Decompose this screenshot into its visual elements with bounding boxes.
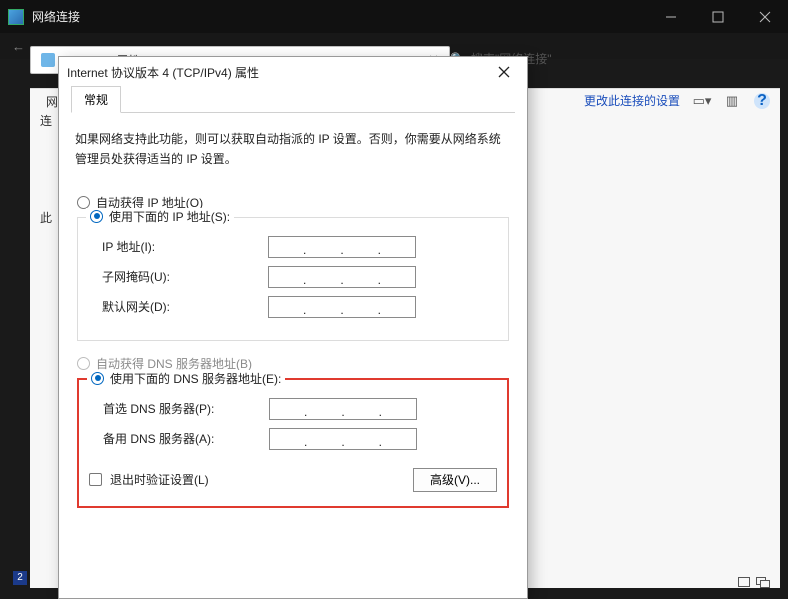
network-icon [8, 9, 24, 25]
network-connections-window: 网络连接 ← Ethernet0 属性 ✕ 🔍搜索"网络连接" 网 更改此连接的… [0, 0, 788, 599]
tab-general[interactable]: 常规 [71, 86, 121, 113]
left-column: 连 此 [40, 112, 52, 306]
label-dns2: 备用 DNS 服务器(A): [89, 430, 269, 447]
alternate-dns-input[interactable]: ... [269, 428, 417, 450]
change-settings-link[interactable]: 更改此连接的设置 [584, 92, 680, 109]
radio-use-ip-label: 使用下面的 IP 地址(S): [109, 208, 230, 225]
radio-use-ip[interactable]: 使用下面的 IP 地址(S): [86, 208, 234, 225]
back-arrow-icon[interactable]: ← [12, 39, 25, 54]
minimize-button[interactable] [647, 0, 694, 33]
default-gateway-input[interactable]: ... [268, 296, 416, 318]
tabstrip: 常规 [71, 89, 515, 113]
dialog-titlebar: Internet 协议版本 4 (TCP/IPv4) 属性 [59, 57, 527, 87]
outer-titlebar: 网络连接 [0, 0, 788, 33]
validate-label: 退出时验证设置(L) [110, 471, 413, 488]
view-icon[interactable]: ▭▾ [694, 93, 710, 109]
label-ip: IP 地址(I): [88, 238, 268, 255]
preferred-dns-input[interactable]: ... [269, 398, 417, 420]
outer-title: 网络连接 [32, 8, 80, 25]
help-icon[interactable]: ? [754, 93, 770, 109]
adapter-icon [41, 53, 55, 67]
dialog-close-button[interactable] [489, 60, 519, 84]
radio-icon [91, 372, 104, 385]
outer-close-button[interactable] [741, 0, 788, 33]
description-text: 如果网络支持此功能，则可以获取自动指派的 IP 设置。否则，你需要从网络系统管理… [75, 129, 511, 170]
radio-use-dns[interactable]: 使用下面的 DNS 服务器地址(E): [87, 370, 285, 387]
label-dns1: 首选 DNS 服务器(P): [89, 400, 269, 417]
ipv4-properties-dialog: Internet 协议版本 4 (TCP/IPv4) 属性 常规 如果网络支持此… [58, 56, 528, 599]
taskbar-badge: 2 [13, 571, 27, 585]
radio-use-dns-label: 使用下面的 DNS 服务器地址(E): [110, 370, 281, 387]
ip-group: 使用下面的 IP 地址(S): IP 地址(I): ... 子网掩码(U): .… [77, 217, 509, 341]
radio-icon [77, 357, 90, 370]
advanced-button[interactable]: 高级(V)... [413, 468, 497, 492]
ip-address-input[interactable]: ... [268, 236, 416, 258]
dns-group: 使用下面的 DNS 服务器地址(E): 首选 DNS 服务器(P): ... 备… [77, 378, 509, 508]
view-mode-icons[interactable] [738, 577, 772, 589]
dialog-title: Internet 协议版本 4 (TCP/IPv4) 属性 [67, 64, 489, 81]
validate-checkbox[interactable] [89, 473, 102, 486]
radio-icon [90, 210, 103, 223]
details-icon[interactable]: ▥ [724, 93, 740, 109]
subnet-mask-input[interactable]: ... [268, 266, 416, 288]
maximize-button[interactable] [694, 0, 741, 33]
label-mask: 子网掩码(U): [88, 268, 268, 285]
bg-tab-label: 网 [46, 93, 58, 110]
label-gateway: 默认网关(D): [88, 298, 268, 315]
